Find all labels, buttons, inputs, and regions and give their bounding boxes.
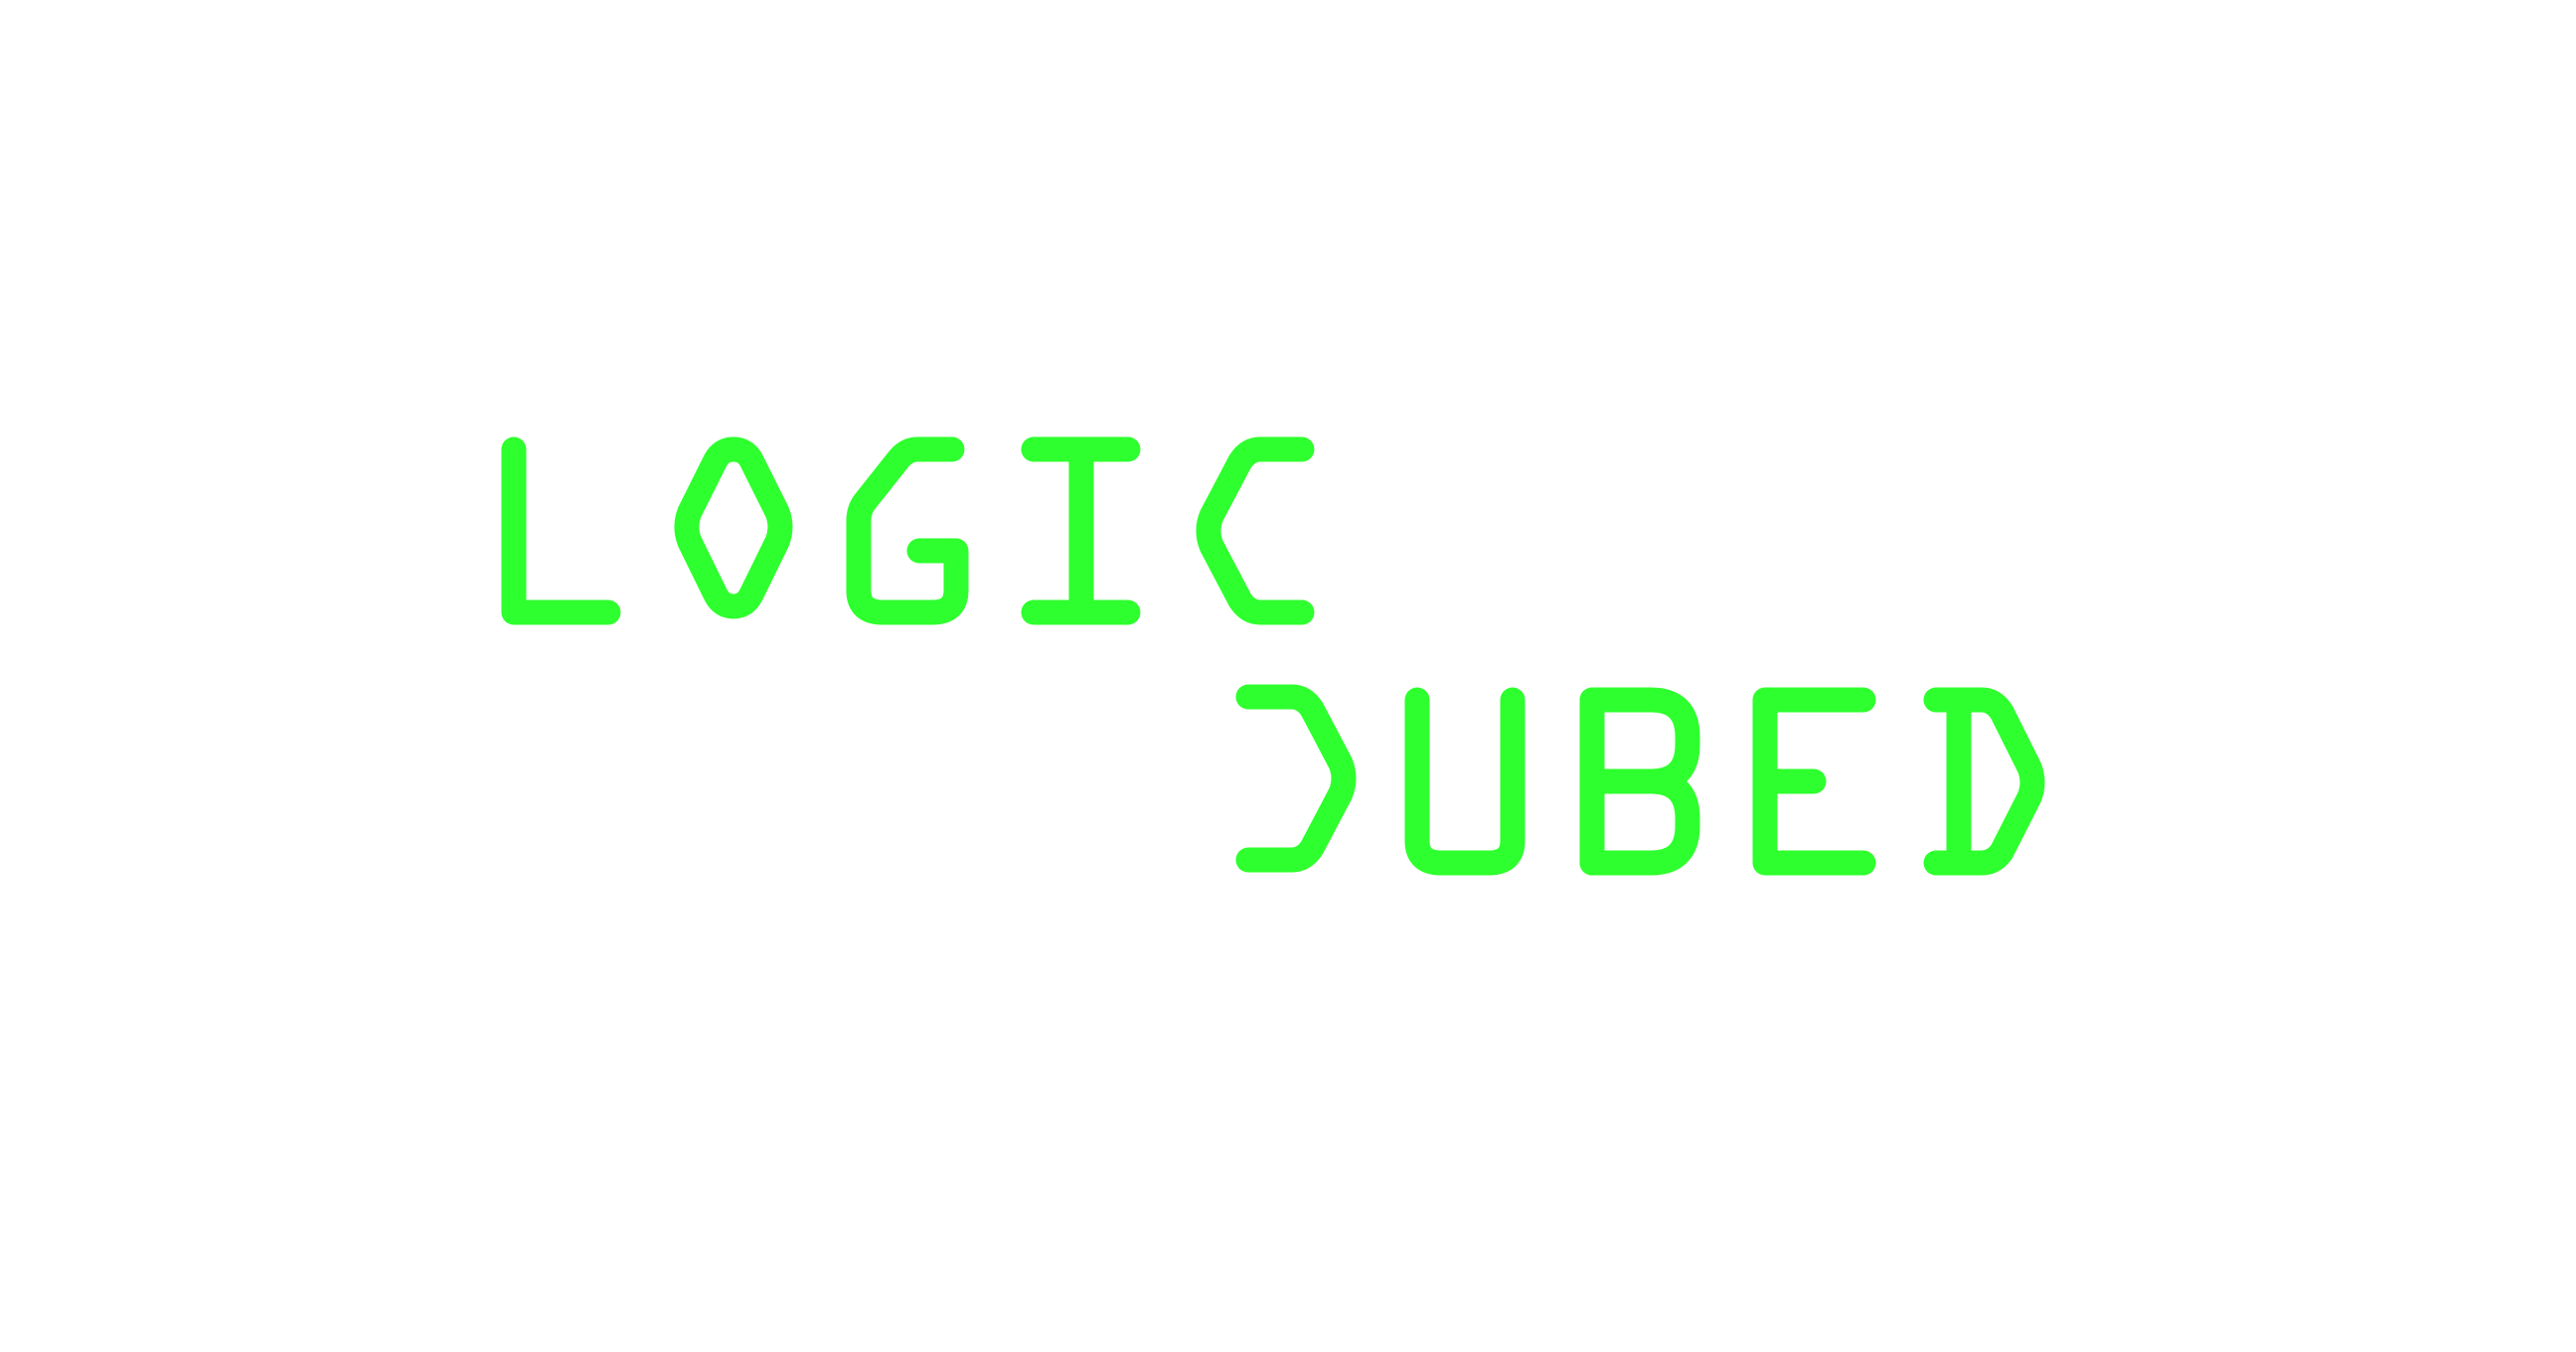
letter-c — [1196, 436, 1315, 625]
letter-o — [674, 436, 793, 619]
logo-wordmark — [501, 436, 2045, 876]
letter-g — [846, 436, 969, 625]
logo: LOGIC CUBED — [0, 0, 2576, 1352]
letter-l — [501, 436, 621, 625]
letter-c-mirrored — [1235, 684, 1357, 873]
letter-e — [1752, 687, 1876, 876]
letter-d — [1923, 687, 2045, 876]
letter-i — [1021, 436, 1141, 625]
letter-u — [1404, 687, 1526, 876]
letter-b — [1579, 687, 1700, 876]
